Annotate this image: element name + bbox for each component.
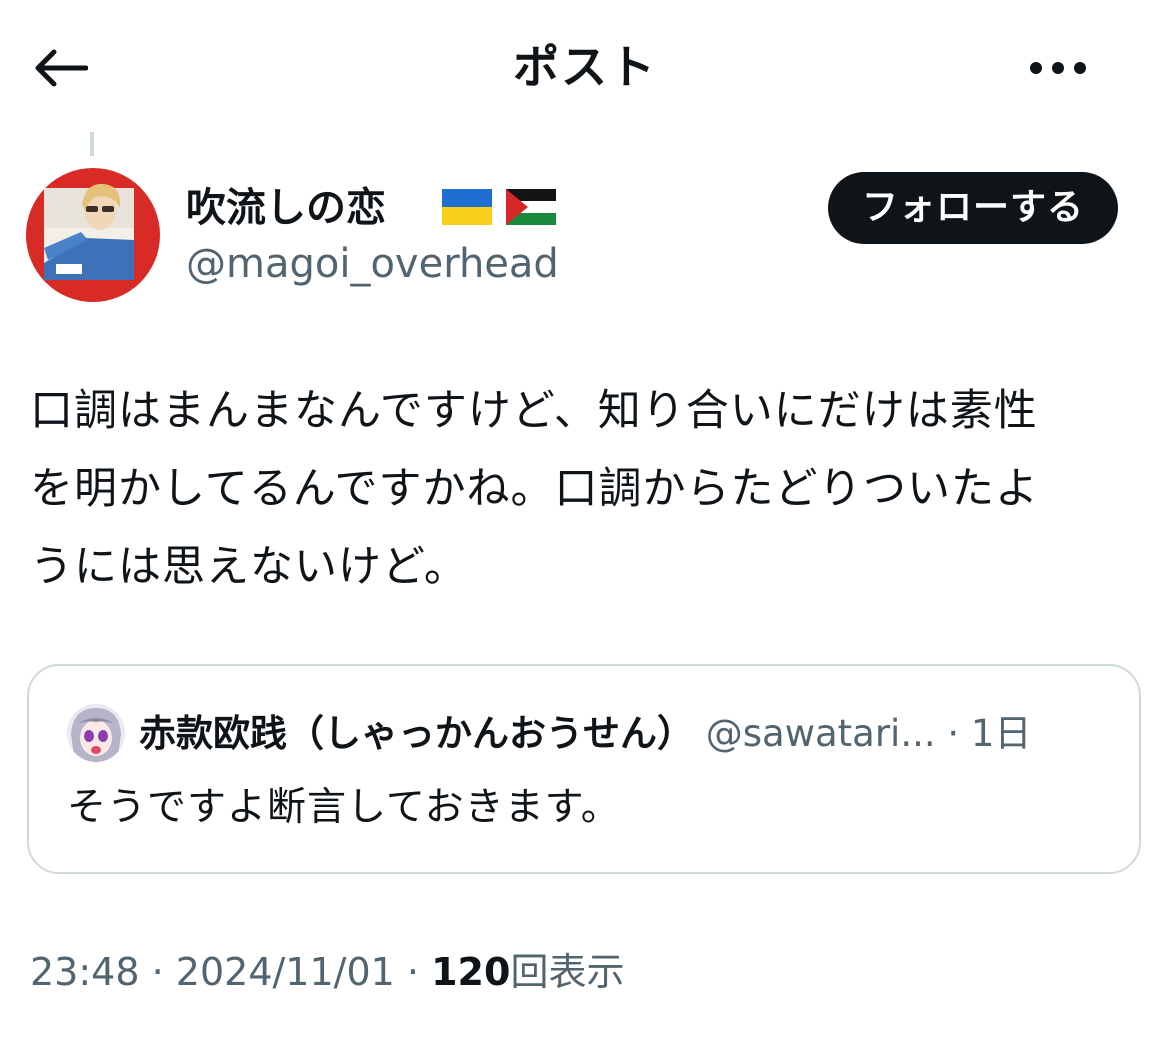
quoted-post-time: 1日 xyxy=(970,712,1032,755)
post-body-text: 口調はまんまなんですけど、知り合いにだけは素性 を明かしてるんですかね。口調から… xyxy=(30,386,1039,592)
post-time: 23:48 xyxy=(30,950,140,994)
meta-separator: · xyxy=(151,950,164,994)
thread-connector-line xyxy=(90,132,94,156)
quoted-author-handle: @sawatari... xyxy=(705,712,936,755)
quoted-post-card[interactable]: 赤款欧践（しゃっかんおうせん） @sawatari... · 1日 そうですよ断… xyxy=(27,664,1141,874)
more-options-button[interactable] xyxy=(1018,30,1098,106)
author-display-name[interactable]: 吹流しの恋 xyxy=(186,180,386,236)
meta-separator: · xyxy=(406,950,420,994)
quoted-author-name: 赤款欧践（しゃっかんおうせん） xyxy=(139,712,694,755)
author-avatar[interactable] xyxy=(26,168,160,302)
view-count[interactable]: 120 xyxy=(431,950,510,994)
post-date: 2024/11/01 xyxy=(175,950,395,994)
quoted-post-text: そうですよ断言しておきます。 xyxy=(67,785,621,830)
view-count-label: 回表示 xyxy=(510,950,625,994)
quoted-post-header: 赤款欧践（しゃっかんおうせん） @sawatari... · 1日 xyxy=(139,706,1031,762)
page-title: ポスト xyxy=(513,40,657,94)
palestine-flag-icon xyxy=(506,189,556,225)
quoted-author-avatar xyxy=(67,704,125,762)
follow-button[interactable]: フォローする xyxy=(828,172,1118,244)
quoted-separator: · xyxy=(947,712,960,755)
more-horizontal-icon xyxy=(1030,62,1086,74)
top-nav-bar: ポスト xyxy=(0,0,1170,132)
post-meta-line: 23:48 · 2024/11/01 · 120回表示 xyxy=(30,944,624,1000)
author-handle[interactable]: @magoi_overhead xyxy=(186,236,559,292)
ukraine-flag-icon xyxy=(442,189,492,225)
